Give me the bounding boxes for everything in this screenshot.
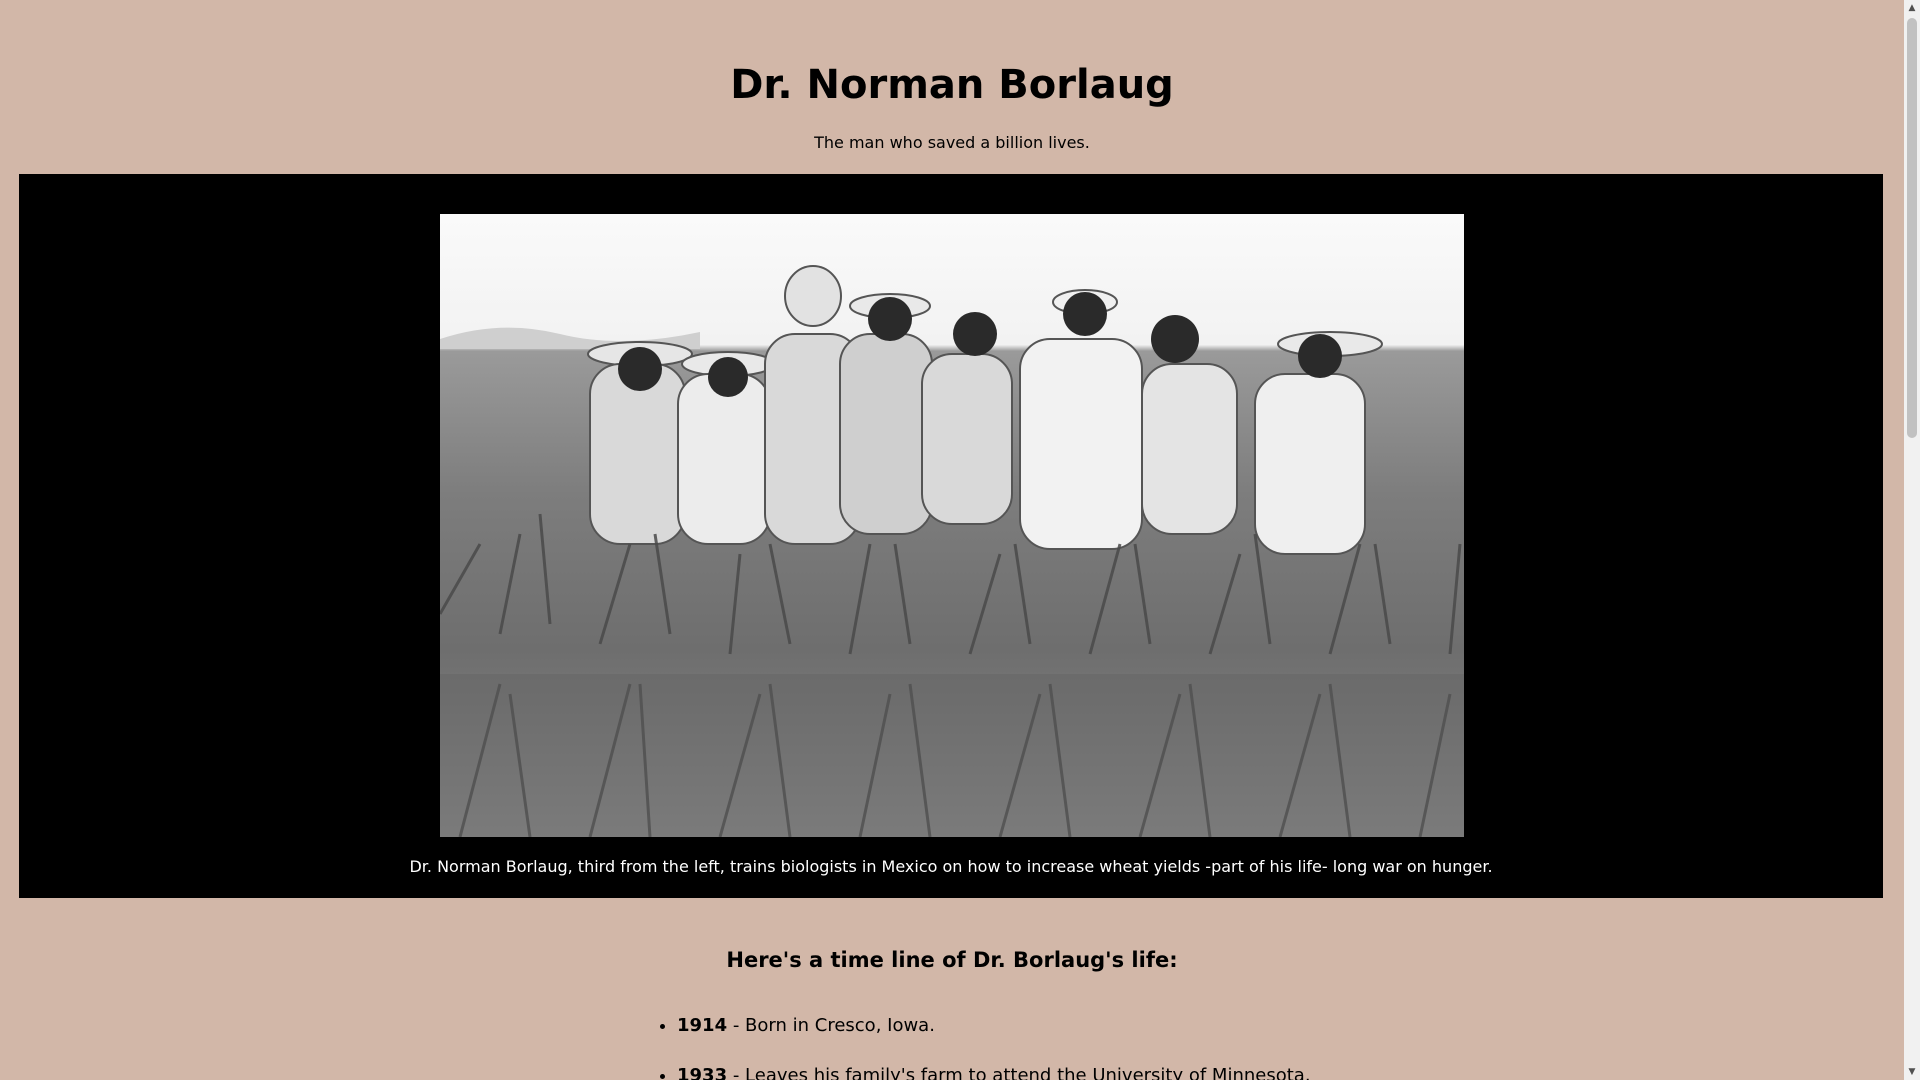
timeline-year: 1933 — [677, 1065, 728, 1080]
scroll-up-arrow-icon[interactable]: ▲ — [1904, 0, 1920, 16]
image-panel: Dr. Norman Borlaug, third from the left,… — [19, 174, 1883, 898]
timeline-year: 1914 — [677, 1015, 728, 1036]
timeline-item: 1914 - Born in Cresco, Iowa. — [677, 1014, 1577, 1038]
vertical-scrollbar[interactable]: ▲ ▼ — [1904, 0, 1920, 1080]
timeline-text: - Born in Cresco, Iowa. — [727, 1015, 935, 1036]
timeline-heading: Here's a time line of Dr. Borlaug's life… — [726, 948, 1178, 972]
scroll-down-arrow-icon[interactable]: ▼ — [1904, 1064, 1920, 1080]
timeline-text: - Leaves his family's farm to attend the… — [727, 1065, 1311, 1080]
page: Dr. Norman Borlaug The man who saved a b… — [0, 0, 1904, 1080]
timeline-item: 1933 - Leaves his family's farm to atten… — [677, 1064, 1577, 1080]
timeline-list: 1914 - Born in Cresco, Iowa. 1933 - Leav… — [660, 1014, 1577, 1080]
scrollbar-thumb[interactable] — [1907, 18, 1917, 438]
borlaug-field-photo — [440, 214, 1464, 837]
photo-caption: Dr. Norman Borlaug, third from the left,… — [409, 857, 1493, 876]
tagline: The man who saved a billion lives. — [814, 133, 1090, 152]
photo-illustration — [440, 265, 1464, 837]
page-title: Dr. Norman Borlaug — [730, 62, 1174, 108]
